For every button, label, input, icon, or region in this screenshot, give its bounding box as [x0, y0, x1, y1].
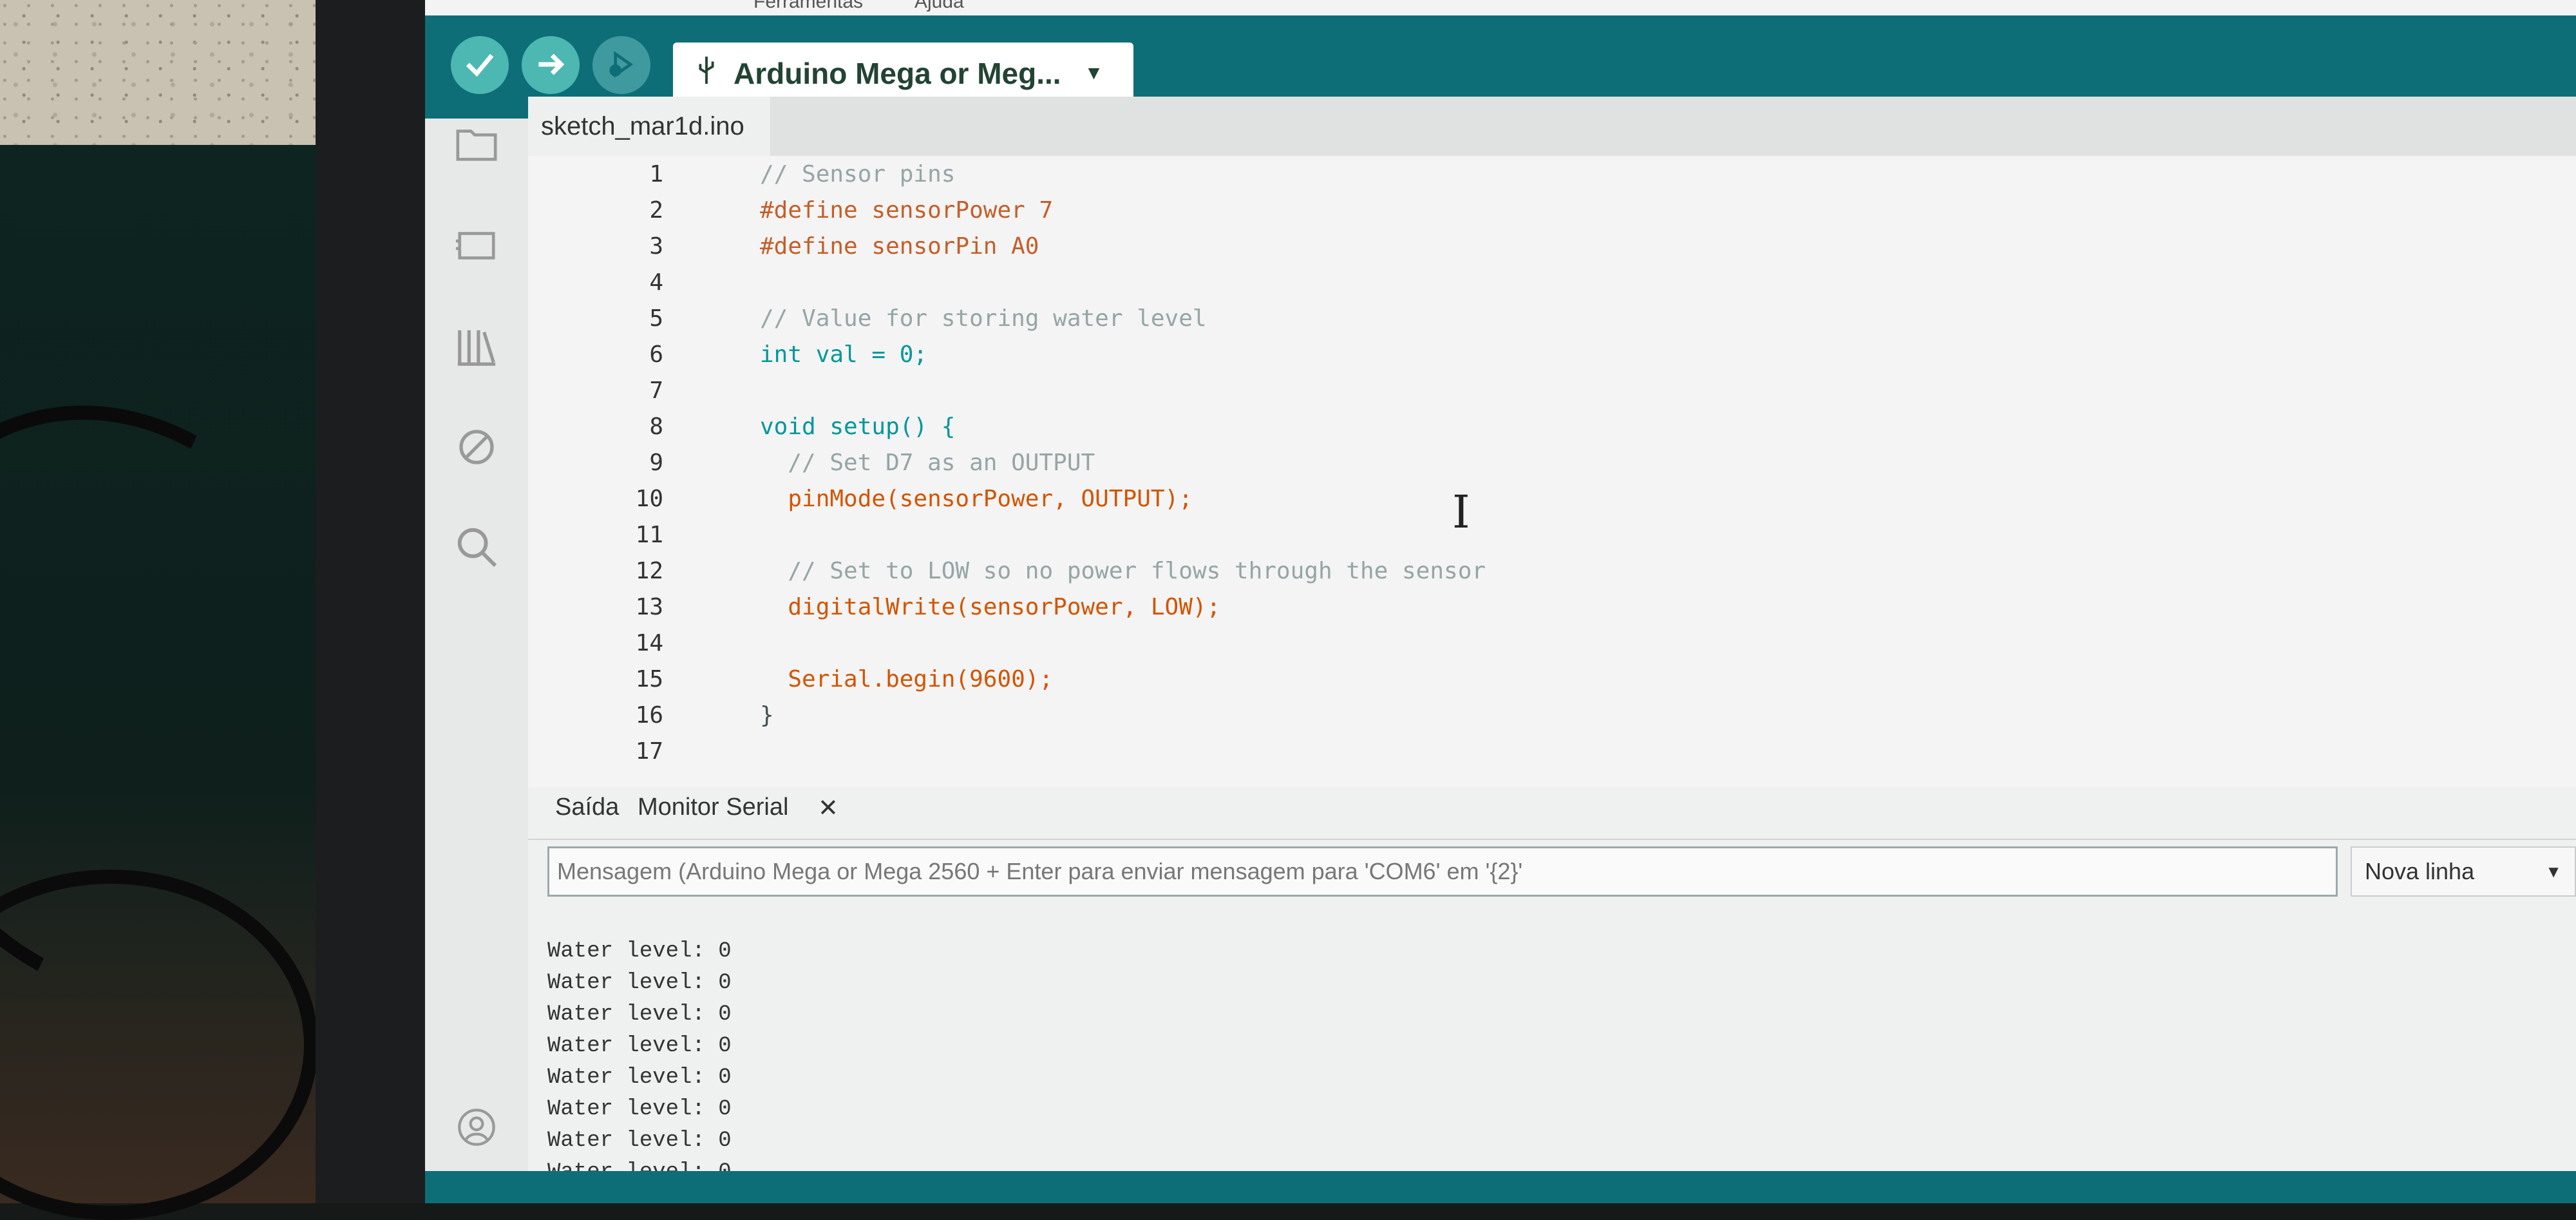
board-manager-icon[interactable] — [451, 219, 502, 271]
usb-icon — [694, 54, 719, 93]
code-line: 1 // Sensor pins — [528, 156, 2460, 192]
tab-serial-monitor[interactable]: Monitor Serial — [638, 794, 788, 821]
code-line: 15 Serial.begin(9600); — [528, 661, 2460, 697]
serial-output-line: Water level: 0 — [547, 1097, 732, 1121]
line-number: 17 — [635, 738, 663, 765]
line-number: 13 — [635, 593, 663, 620]
arduino-ide-window: Ferramentas Ajuda Arduino Mega or Meg...… — [425, 0, 2576, 1203]
code-line: 13 digitalWrite(sensorPower, LOW); — [528, 589, 2460, 625]
code-line: 10 pinMode(sensorPower, OUTPUT); — [528, 481, 2460, 517]
code-line: 6 int val = 0; — [528, 336, 2460, 372]
chevron-down-icon: ▼ — [2545, 861, 2562, 881]
line-ending-value: Nova linha — [2365, 858, 2475, 884]
code-text: } — [760, 701, 774, 729]
line-number: 9 — [649, 449, 663, 476]
code-line: 4 — [528, 264, 2460, 300]
code-line: 14 — [528, 625, 2460, 661]
library-icon[interactable] — [451, 321, 502, 373]
line-number: 8 — [649, 413, 663, 440]
serial-output-line: Water level: 0 — [547, 1065, 732, 1090]
serial-output-line: Water level: 0 — [547, 1129, 732, 1153]
debug-no-icon[interactable] — [451, 421, 502, 473]
account-icon[interactable] — [451, 1101, 502, 1153]
line-number: 7 — [649, 377, 663, 404]
code-line: 17 — [528, 733, 2460, 769]
menu-help[interactable]: Ajuda — [914, 0, 964, 13]
code-text: // Set D7 as an OUTPUT — [760, 449, 1095, 476]
code-line: 2 #define sensorPower 7 — [528, 192, 2460, 228]
tab-output[interactable]: Saída — [555, 794, 619, 821]
line-number: 10 — [635, 485, 663, 512]
code-line: 16} — [528, 697, 2460, 733]
line-number: 14 — [635, 629, 663, 656]
line-number: 15 — [635, 665, 663, 692]
tab-sketch[interactable]: sketch_mar1d.ino — [528, 97, 770, 156]
serial-output-line: Water level: 0 — [547, 939, 732, 964]
code-line: 3 #define sensorPin A0 — [528, 228, 2460, 264]
upload-button[interactable] — [522, 36, 580, 94]
message-input[interactable]: Mensagem (Arduino Mega or Mega 2560 + En… — [547, 846, 2338, 897]
code-editor[interactable]: 1 // Sensor pins 2 #define sensorPower 7 3… — [528, 156, 2576, 787]
menubar: Ferramentas Ajuda — [425, 0, 2576, 15]
arrow-right-icon — [533, 46, 569, 84]
background-wall — [0, 0, 322, 145]
code-text: // Set to LOW so no power flows through … — [760, 557, 1486, 584]
code-text: // Value for storing water level — [760, 305, 1207, 332]
chevron-down-icon: ▼ — [1084, 62, 1104, 84]
line-ending-select[interactable]: Nova linha ▼ — [2351, 846, 2576, 897]
board-selector[interactable]: Arduino Mega or Meg... ▼ — [673, 43, 1133, 104]
code-text: // Sensor pins — [760, 160, 956, 187]
panel-tabs: Saída Monitor Serial ✕ — [528, 787, 2576, 840]
code-text: #define sensorPin A0 — [760, 233, 1039, 260]
verify-button[interactable] — [451, 36, 509, 94]
line-number: 2 — [649, 196, 663, 224]
line-number: 4 — [649, 269, 663, 296]
code-line: 9 // Set D7 as an OUTPUT — [528, 444, 2460, 481]
code-text: void setup() { — [760, 413, 956, 440]
menu-tools[interactable]: Ferramentas — [753, 0, 863, 13]
code-text: #define sensorPower 7 — [760, 196, 1054, 224]
serial-output-line: Water level: 0 — [547, 1034, 732, 1058]
code-line: 12 // Set to LOW so no power flows throu… — [528, 553, 2460, 589]
code-text: digitalWrite(sensorPower, LOW); — [760, 593, 1221, 620]
line-number: 12 — [635, 557, 663, 584]
board-name: Arduino Mega or Meg... — [734, 57, 1061, 90]
file-tabbar: sketch_mar1d.ino — [528, 97, 2576, 156]
code-line: 5 // Value for storing water level — [528, 300, 2460, 336]
serial-output-line: Water level: 0 — [547, 1002, 732, 1027]
bottom-panel: Saída Monitor Serial ✕ Mensagem (Arduino… — [528, 787, 2576, 1185]
text-cursor-icon: I — [1452, 486, 1470, 539]
code-text: Serial.begin(9600); — [760, 665, 1054, 692]
sidebar — [425, 119, 528, 1203]
line-number: 6 — [649, 341, 663, 368]
code-text: pinMode(sensorPower, OUTPUT); — [760, 485, 1193, 512]
line-number: 16 — [635, 701, 663, 729]
code-line: 8 void setup() { — [528, 408, 2460, 444]
line-number: 11 — [635, 521, 663, 548]
code-text: int val = 0; — [760, 341, 928, 368]
folder-icon[interactable] — [451, 119, 502, 170]
debug-button[interactable] — [592, 36, 650, 94]
check-icon — [462, 46, 498, 84]
close-icon[interactable]: ✕ — [818, 794, 838, 823]
line-number: 1 — [649, 160, 663, 187]
debug-icon — [603, 46, 639, 84]
code-line: 11 — [528, 517, 2460, 553]
status-bar — [425, 1171, 2576, 1203]
line-number: 5 — [649, 305, 663, 332]
search-icon[interactable] — [451, 521, 502, 573]
serial-output-line: Water level: 0 — [547, 971, 732, 995]
code-line: 7 — [528, 372, 2460, 408]
line-number: 3 — [649, 233, 663, 260]
